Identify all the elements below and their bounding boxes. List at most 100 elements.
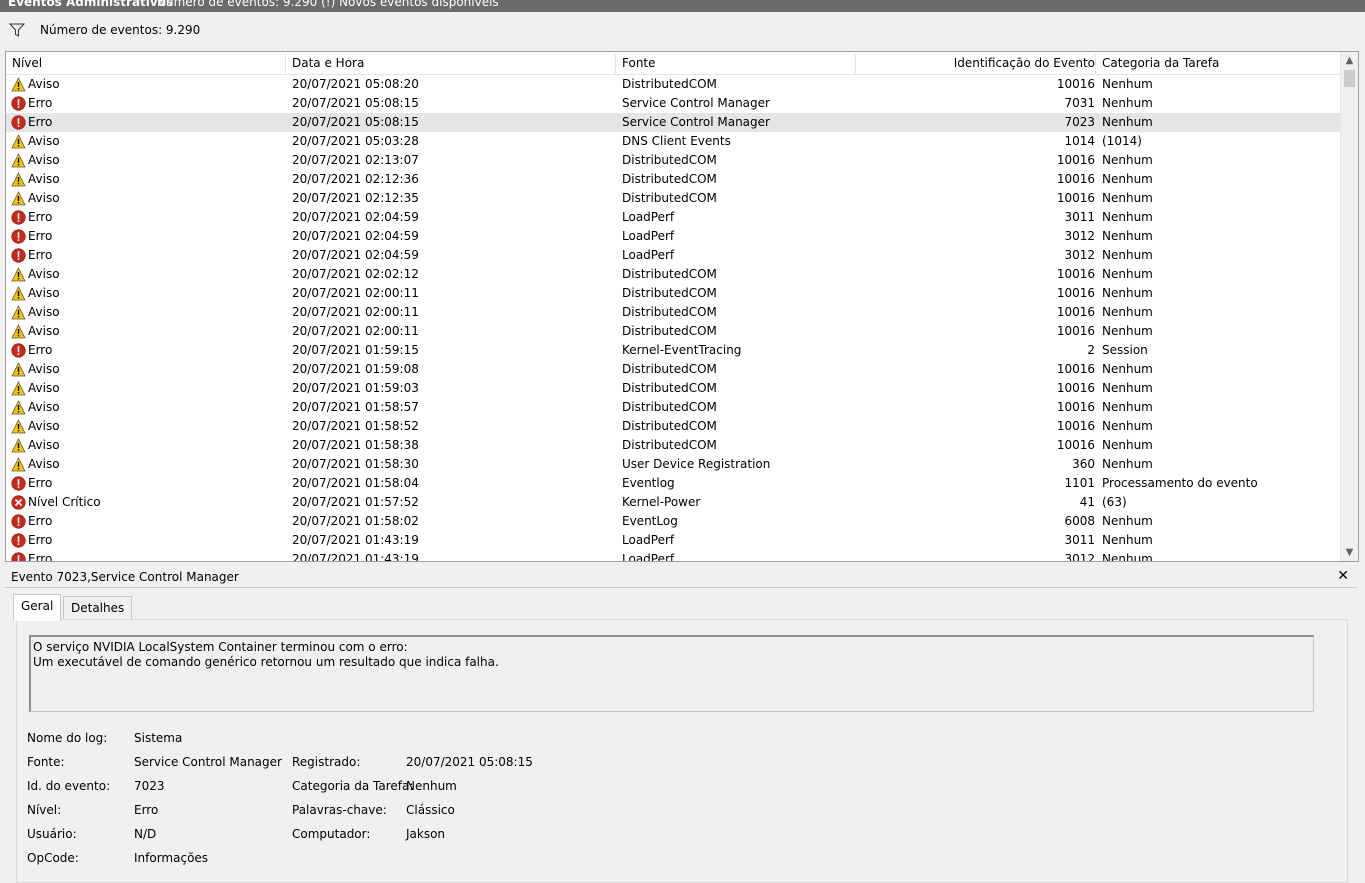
table-row[interactable]: Aviso 20/07/2021 05:03:28 DNS Client Event… <box>6 132 1341 151</box>
warning-icon <box>11 305 26 320</box>
table-row[interactable]: Erro 20/07/2021 01:58:02 EventLog 6008 Nenhu… <box>6 512 1341 531</box>
row-category: Nenhum <box>1102 248 1153 262</box>
table-row[interactable]: Aviso 20/07/2021 01:59:08 DistributedCOM 10… <box>6 360 1341 379</box>
row-date: 20/07/2021 01:59:08 <box>292 362 419 376</box>
grid-header: Nível Data e Hora Fonte Identificação do… <box>6 52 1341 75</box>
row-date: 20/07/2021 01:43:19 <box>292 552 419 561</box>
row-event-id: 10016 <box>1056 172 1095 186</box>
warning-icon <box>11 419 26 434</box>
tab-details[interactable]: Detalhes <box>63 596 133 619</box>
row-category: Nenhum <box>1102 457 1153 471</box>
row-date: 20/07/2021 01:58:04 <box>292 476 419 490</box>
table-row[interactable]: Aviso 20/07/2021 01:58:30 User Device Regi… <box>6 455 1341 474</box>
table-row[interactable]: Aviso 20/07/2021 02:12:36 DistributedCOM 10… <box>6 170 1341 189</box>
scroll-thumb[interactable] <box>1344 70 1355 87</box>
table-row[interactable]: Aviso 20/07/2021 05:08:20 DistributedCOM 10… <box>6 75 1341 94</box>
row-source: LoadPerf <box>622 210 675 224</box>
table-row[interactable]: Aviso 20/07/2021 02:02:12 DistributedCOM 10… <box>6 265 1341 284</box>
table-row[interactable]: Aviso 20/07/2021 02:00:11 DistributedCOM 10… <box>6 322 1341 341</box>
row-source: DistributedCOM <box>622 267 717 281</box>
column-separator[interactable] <box>285 54 286 74</box>
row-category: Nenhum <box>1102 115 1153 129</box>
table-row[interactable]: Erro 20/07/2021 02:04:59 LoadPerf 3012 Nenhu… <box>6 246 1341 265</box>
row-category: Nenhum <box>1102 286 1153 300</box>
row-level: Aviso <box>28 153 60 167</box>
row-event-id: 10016 <box>1056 267 1095 281</box>
row-level: Erro <box>28 343 53 357</box>
row-event-id: 7023 <box>1064 115 1095 129</box>
row-category: Nenhum <box>1102 96 1153 110</box>
column-header-category[interactable]: Categoria da Tarefa <box>1102 56 1219 74</box>
row-date: 20/07/2021 02:04:59 <box>292 248 419 262</box>
row-date: 20/07/2021 02:00:11 <box>292 324 419 338</box>
row-level: Aviso <box>28 286 60 300</box>
general-tab-panel: O serviço NVIDIA LocalSystem Container t… <box>16 619 1348 883</box>
error-icon <box>11 514 26 529</box>
row-level: Erro <box>28 115 53 129</box>
row-event-id: 10016 <box>1056 191 1095 205</box>
vertical-scrollbar[interactable]: ▲ ▼ <box>1340 52 1358 561</box>
computer-value: Jakson <box>406 827 446 841</box>
table-row[interactable]: Aviso 20/07/2021 02:00:11 DistributedCOM 10… <box>6 303 1341 322</box>
row-event-id: 10016 <box>1056 286 1095 300</box>
window-titlebar: Eventos Administrativos Número de evento… <box>0 0 1365 12</box>
table-row[interactable]: Erro 20/07/2021 01:58:04 Eventlog 1101 Proce… <box>6 474 1341 493</box>
source-label: Fonte: <box>27 755 65 769</box>
column-separator[interactable] <box>615 54 616 74</box>
table-row[interactable]: Erro 20/07/2021 05:08:15 Service Control M… <box>6 113 1341 132</box>
table-row[interactable]: Erro 20/07/2021 02:04:59 LoadPerf 3011 Nenhu… <box>6 208 1341 227</box>
column-header-source[interactable]: Fonte <box>622 56 656 74</box>
row-category: Nenhum <box>1102 552 1153 561</box>
column-header-event-id[interactable]: Identificação do Evento <box>954 56 1095 74</box>
column-header-level[interactable]: Nível <box>12 56 42 74</box>
warning-icon <box>11 267 26 282</box>
table-row[interactable]: Erro 20/07/2021 01:59:15 Kernel-EventTraci… <box>6 341 1341 360</box>
row-source: LoadPerf <box>622 248 675 262</box>
column-separator[interactable] <box>1095 54 1096 74</box>
table-row[interactable]: Erro 20/07/2021 01:43:19 LoadPerf 3011 Nenhu… <box>6 531 1341 550</box>
event-id-value: 7023 <box>134 779 165 793</box>
events-grid[interactable]: Nível Data e Hora Fonte Identificação do… <box>5 51 1359 562</box>
row-event-id: 10016 <box>1056 419 1095 433</box>
table-row[interactable]: Aviso 20/07/2021 01:58:38 DistributedCOM 10… <box>6 436 1341 455</box>
row-level: Aviso <box>28 305 60 319</box>
level-value: Erro <box>134 803 159 817</box>
table-row[interactable]: Aviso 20/07/2021 02:13:07 DistributedCOM 10… <box>6 151 1341 170</box>
close-icon[interactable]: ✕ <box>1337 568 1349 584</box>
table-row[interactable]: Aviso 20/07/2021 01:58:57 DistributedCOM 10… <box>6 398 1341 417</box>
row-source: Eventlog <box>622 476 675 490</box>
row-source: DistributedCOM <box>622 400 717 414</box>
row-source: DistributedCOM <box>622 305 717 319</box>
error-icon <box>11 115 26 130</box>
row-source: Kernel-Power <box>622 495 701 509</box>
log-name-label: Nome do log: <box>27 731 108 745</box>
row-date: 20/07/2021 02:00:11 <box>292 286 419 300</box>
detail-title: Evento 7023,Service Control Manager <box>11 570 239 584</box>
table-row[interactable]: Aviso 20/07/2021 01:58:52 DistributedCOM 10… <box>6 417 1341 436</box>
row-date: 20/07/2021 02:02:12 <box>292 267 419 281</box>
filter-icon[interactable] <box>9 23 25 37</box>
scroll-up-icon[interactable]: ▲ <box>1341 52 1358 69</box>
scroll-down-icon[interactable]: ▼ <box>1341 544 1358 561</box>
table-row[interactable]: Aviso 20/07/2021 02:00:11 DistributedCOM 10… <box>6 284 1341 303</box>
row-category: Nenhum <box>1102 362 1153 376</box>
table-row[interactable]: Nível Crítico 20/07/2021 01:57:52 Kernel-P… <box>6 493 1341 512</box>
table-row[interactable]: Erro 20/07/2021 05:08:15 Service Control M… <box>6 94 1341 113</box>
event-id-label: Id. do evento: <box>27 779 111 793</box>
table-row[interactable]: Erro 20/07/2021 02:04:59 LoadPerf 3012 Nenhu… <box>6 227 1341 246</box>
event-description[interactable]: O serviço NVIDIA LocalSystem Container t… <box>29 635 1314 712</box>
column-header-date[interactable]: Data e Hora <box>292 56 364 74</box>
row-level: Erro <box>28 552 53 561</box>
row-event-id: 3012 <box>1064 229 1095 243</box>
row-category: Nenhum <box>1102 381 1153 395</box>
table-row[interactable]: Aviso 20/07/2021 01:59:03 DistributedCOM 10… <box>6 379 1341 398</box>
row-date: 20/07/2021 05:08:15 <box>292 96 419 110</box>
column-separator[interactable] <box>855 54 856 74</box>
tab-general[interactable]: Geral <box>13 594 62 621</box>
table-row[interactable]: Aviso 20/07/2021 02:12:35 DistributedCOM 10… <box>6 189 1341 208</box>
table-row[interactable]: Erro 20/07/2021 01:43:19 LoadPerf 3012 Nenhu… <box>6 550 1341 561</box>
row-date: 20/07/2021 01:57:52 <box>292 495 419 509</box>
row-source: LoadPerf <box>622 229 675 243</box>
row-source: DistributedCOM <box>622 286 717 300</box>
row-source: LoadPerf <box>622 552 675 561</box>
